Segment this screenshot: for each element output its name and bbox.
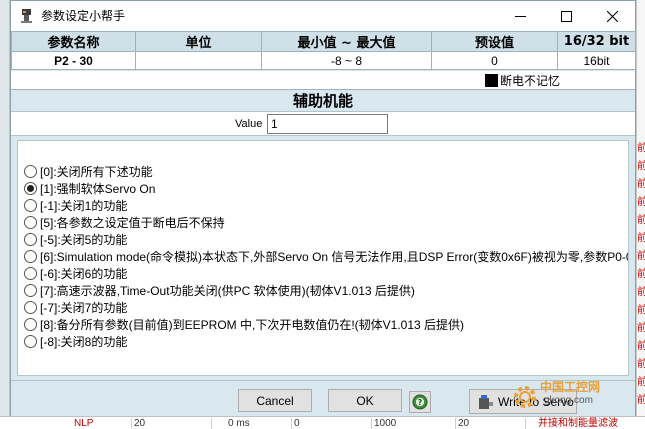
option-label: [0]:关闭所有下述功能 bbox=[40, 164, 153, 179]
background-cell: NLP bbox=[72, 418, 132, 429]
option-label: [5]:各参数之设定值于断电后不保持 bbox=[40, 215, 225, 230]
option-item[interactable]: [8]:备分所有参数(目前值)到EEPROM 中,下次开电数值仍在!(韧体V1.… bbox=[24, 316, 628, 333]
minimize-button[interactable] bbox=[497, 1, 543, 31]
radio-button[interactable] bbox=[24, 301, 37, 314]
close-button[interactable] bbox=[589, 1, 635, 31]
header-bits: 16/32 bit bbox=[557, 31, 636, 52]
option-item[interactable]: [7]:高速示波器,Time-Out功能关闭(供PC 软体使用)(韧体V1.01… bbox=[24, 282, 628, 299]
background-window-edge-left bbox=[0, 0, 10, 429]
option-item[interactable]: [-6]:关闭6的功能 bbox=[24, 265, 628, 282]
option-item[interactable]: [-1]:关闭1的功能 bbox=[24, 197, 628, 214]
cell-unit bbox=[135, 51, 262, 70]
option-label: [-6]:关闭6的功能 bbox=[40, 266, 128, 281]
header-range: 最小值 ~ 最大值 bbox=[261, 31, 432, 52]
radio-button[interactable] bbox=[24, 165, 37, 178]
app-icon bbox=[21, 9, 32, 23]
cell-param-id: P2 - 30 bbox=[11, 51, 136, 70]
help-button[interactable]: ? bbox=[409, 391, 431, 413]
radio-button[interactable] bbox=[24, 318, 37, 331]
param-info-table: 参数名称 单位 最小值 ~ 最大值 预设值 16/32 bit P2 - 30 … bbox=[11, 31, 636, 70]
radio-button[interactable] bbox=[24, 335, 37, 348]
header-unit: 单位 bbox=[135, 31, 262, 52]
svg-text:?: ? bbox=[418, 398, 423, 407]
title-bar[interactable]: 参数设定小帮手 bbox=[11, 1, 635, 31]
background-cell: 0 ms bbox=[226, 418, 292, 429]
option-label: [7]:高速示波器,Time-Out功能关闭(供PC 软体使用)(韧体V1.01… bbox=[40, 283, 415, 298]
options-list: [0]:关闭所有下述功能 [1]:强制软体Servo On [-1]:关闭1的功… bbox=[24, 163, 629, 350]
watermark-text-en: gkong.com bbox=[544, 395, 593, 406]
background-cell: 0 bbox=[292, 418, 372, 429]
maximize-icon bbox=[560, 10, 572, 22]
no-save-indicator-row: 断电不记忆 bbox=[11, 71, 635, 90]
close-icon bbox=[606, 10, 618, 22]
option-item[interactable]: [0]:关闭所有下述功能 bbox=[24, 163, 628, 180]
option-item[interactable]: [-5]:关闭5的功能 bbox=[24, 231, 628, 248]
table-row: P2 - 30 -8 ~ 8 0 16bit bbox=[11, 51, 636, 70]
option-item[interactable]: [-8]:关闭8的功能 bbox=[24, 333, 628, 350]
window-title: 参数设定小帮手 bbox=[41, 9, 126, 23]
help-icon: ? bbox=[412, 394, 428, 410]
gear-icon bbox=[514, 386, 536, 408]
write-servo-icon bbox=[479, 394, 493, 409]
radio-button-selected[interactable] bbox=[24, 182, 37, 195]
header-param-name: 参数名称 bbox=[11, 31, 136, 52]
minimize-icon bbox=[514, 15, 526, 17]
cell-default: 0 bbox=[431, 51, 558, 70]
ok-button[interactable]: OK bbox=[328, 389, 402, 412]
option-item[interactable]: [5]:各参数之设定值于断电后不保持 bbox=[24, 214, 628, 231]
options-panel: [0]:关闭所有下述功能 [1]:强制软体Servo On [-1]:关闭1的功… bbox=[17, 140, 629, 376]
option-label: [8]:备分所有参数(目前值)到EEPROM 中,下次开电数值仍在!(韧体V1.… bbox=[40, 317, 465, 332]
radio-button[interactable] bbox=[24, 199, 37, 212]
section-title: 辅助机能 bbox=[11, 90, 635, 112]
background-cell: 20 bbox=[456, 418, 526, 429]
background-red-text-column: 前 前 前 前 前 前 前 前 前 前 前 前 前 前 前 bbox=[637, 143, 645, 406]
watermark: 中国工控网 gkong.com bbox=[510, 378, 636, 418]
cell-range: -8 ~ 8 bbox=[261, 51, 432, 70]
cancel-button[interactable]: Cancel bbox=[238, 389, 312, 412]
radio-button[interactable] bbox=[24, 267, 37, 280]
cell-bits: 16bit bbox=[557, 51, 636, 70]
param-helper-dialog: 参数设定小帮手 参数名称 单位 最小值 ~ 最大值 预设值 16/32 bit … bbox=[10, 0, 636, 416]
background-cell: 1000 bbox=[372, 418, 456, 429]
value-label: Value bbox=[235, 118, 263, 130]
radio-button[interactable] bbox=[24, 216, 37, 229]
no-save-indicator-box bbox=[485, 74, 498, 87]
option-label: [-5]:关闭5的功能 bbox=[40, 232, 128, 247]
option-label: [-8]:关闭8的功能 bbox=[40, 334, 128, 349]
header-default: 预设值 bbox=[431, 31, 558, 52]
maximize-button[interactable] bbox=[543, 1, 589, 31]
watermark-text-cn: 中国工控网 bbox=[540, 380, 601, 394]
background-cell: 并接和制能量滤波 bbox=[538, 418, 618, 429]
background-cell: 20 bbox=[132, 418, 212, 429]
radio-button[interactable] bbox=[24, 284, 37, 297]
value-row: Value bbox=[11, 112, 635, 136]
option-label: [6]:Simulation mode(命令模拟)本状态下,外部Servo On… bbox=[40, 249, 629, 264]
radio-button[interactable] bbox=[24, 250, 37, 263]
option-item[interactable]: [1]:强制软体Servo On bbox=[24, 180, 628, 197]
option-label: [1]:强制软体Servo On bbox=[40, 181, 156, 196]
option-label: [-7]:关闭7的功能 bbox=[40, 300, 128, 315]
option-item[interactable]: [6]:Simulation mode(命令模拟)本状态下,外部Servo On… bbox=[24, 248, 629, 265]
no-save-label: 断电不记忆 bbox=[500, 74, 561, 88]
option-label: [-1]:关闭1的功能 bbox=[40, 198, 128, 213]
option-item[interactable]: [-7]:关闭7的功能 bbox=[24, 299, 628, 316]
value-input[interactable] bbox=[267, 114, 388, 134]
table-header-row: 参数名称 单位 最小值 ~ 最大值 预设值 16/32 bit bbox=[11, 31, 636, 52]
radio-button[interactable] bbox=[24, 233, 37, 246]
